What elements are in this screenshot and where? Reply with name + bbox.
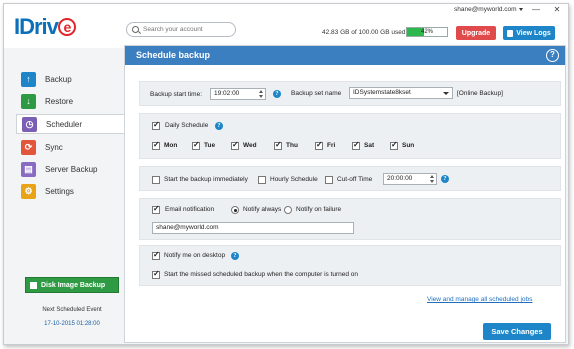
day-label-sat: Sat xyxy=(364,142,375,149)
close-button[interactable]: ✕ xyxy=(552,5,562,14)
page-title: Schedule backup xyxy=(136,50,211,60)
day-checkbox-mon[interactable] xyxy=(152,140,160,150)
backup-set-type: [Online Backup] xyxy=(457,90,503,97)
chevron-down-icon xyxy=(443,92,449,95)
notify-on-failure-label: Notify on failure xyxy=(296,206,342,213)
app-window: IDrive shane@myworld.com — ✕ 42.83 GB of… xyxy=(3,3,569,345)
email-notification-checkbox[interactable] xyxy=(152,204,160,214)
sidebar-item-server-backup[interactable]: ▤ Server Backup xyxy=(19,159,124,179)
sidebar-item-backup[interactable]: ↑ Backup xyxy=(19,69,124,89)
chevron-down-icon xyxy=(518,7,523,11)
email-notification-label: Email notification xyxy=(165,206,215,213)
hourly-schedule-label: Hourly Schedule xyxy=(270,176,318,183)
backup-set-label: Backup set name xyxy=(291,90,342,97)
spinner-icon[interactable] xyxy=(430,175,435,183)
start-immediately-checkbox[interactable] xyxy=(152,176,160,184)
day-label-sun: Sun xyxy=(402,142,415,149)
logs-icon xyxy=(507,29,514,37)
missed-backup-checkbox[interactable] xyxy=(152,269,160,279)
storage-usage-text: 42.83 GB of 100.00 GB used xyxy=(322,29,406,36)
day-checkbox-sun[interactable] xyxy=(390,140,398,150)
search-input[interactable] xyxy=(143,26,233,33)
user-menu[interactable]: shane@myworld.com xyxy=(454,6,523,13)
daily-schedule-section: Daily Schedule ? Mon Tue Wed Thu Fri Sat… xyxy=(139,113,561,159)
view-logs-label: View Logs xyxy=(516,29,551,37)
sidebar-item-label: Restore xyxy=(45,96,74,106)
sidebar-item-restore[interactable]: ↓ Restore xyxy=(19,91,124,111)
hourly-schedule-checkbox[interactable] xyxy=(258,176,266,184)
cutoff-time-field[interactable]: 20:00:00 xyxy=(383,173,437,185)
sidebar-item-settings[interactable]: ⚙ Settings xyxy=(19,181,124,201)
notification-section: Notify me on desktop ? Start the missed … xyxy=(139,245,561,286)
info-icon[interactable]: ? xyxy=(215,122,223,130)
options-section: Start the backup immediately Hourly Sche… xyxy=(139,166,561,191)
restore-icon: ↓ xyxy=(21,93,36,109)
start-time-field[interactable]: 19:02:00 xyxy=(210,88,266,100)
day-label-tue: Tue xyxy=(204,142,216,149)
sidebar-item-scheduler[interactable]: ◷ Scheduler xyxy=(16,114,124,134)
server-backup-icon: ▤ xyxy=(21,161,36,177)
start-immediately-label: Start the backup immediately xyxy=(164,176,248,183)
start-time-label: Backup start time: xyxy=(150,91,203,98)
gear-icon: ⚙ xyxy=(21,183,36,199)
save-changes-button[interactable]: Save Changes xyxy=(483,323,551,340)
notify-desktop-label: Notify me on desktop xyxy=(164,252,226,259)
email-section: Email notification Notify always Notify … xyxy=(139,198,561,240)
day-label-thu: Thu xyxy=(286,142,298,149)
minimize-button[interactable]: — xyxy=(531,5,541,14)
idrive-logo: IDriv e xyxy=(14,14,76,40)
next-event-label: Next Scheduled Event xyxy=(42,307,102,313)
storage-progress-bar: 42% xyxy=(406,27,448,37)
notify-always-label: Notify always xyxy=(243,206,282,213)
sidebar-item-label: Sync xyxy=(45,142,63,152)
day-label-wed: Wed xyxy=(243,142,257,149)
sidebar-item-label: Settings xyxy=(45,186,74,196)
sidebar-item-sync[interactable]: ⟳ Sync xyxy=(19,137,124,157)
notify-on-failure-radio[interactable] xyxy=(284,206,292,214)
upgrade-button[interactable]: Upgrade xyxy=(456,26,496,40)
notify-desktop-checkbox[interactable] xyxy=(152,250,160,260)
day-label-mon: Mon xyxy=(164,142,178,149)
sync-icon: ⟳ xyxy=(21,139,36,155)
daily-schedule-label: Daily Schedule xyxy=(165,122,209,129)
backup-set-select[interactable]: IDSystemstate8kset xyxy=(349,87,453,99)
view-scheduled-jobs-link[interactable]: View and manage all scheduled jobs xyxy=(427,296,532,303)
top-bar: IDrive shane@myworld.com — ✕ 42.83 GB of… xyxy=(4,4,568,48)
storage-percent: 42% xyxy=(420,29,433,35)
email-field[interactable]: shane@myworld.com xyxy=(152,222,354,234)
daily-schedule-checkbox[interactable] xyxy=(152,120,160,130)
next-event-value: 17-10-2015 01:28:00 xyxy=(44,321,100,327)
missed-backup-label: Start the missed scheduled backup when t… xyxy=(164,271,359,278)
notify-always-radio[interactable] xyxy=(231,206,239,214)
view-logs-button[interactable]: View Logs xyxy=(503,26,555,40)
cutoff-time-checkbox[interactable] xyxy=(325,176,333,184)
day-checkbox-tue[interactable] xyxy=(192,140,200,150)
backup-icon: ↑ xyxy=(21,71,36,87)
start-time-section: Backup start time: 19:02:00 ? Backup set… xyxy=(139,81,561,106)
info-icon[interactable]: ? xyxy=(231,252,239,260)
disk-image-backup-button[interactable]: Disk Image Backup xyxy=(25,277,119,293)
sidebar-item-label: Backup xyxy=(45,74,72,84)
cutoff-time-label: Cut-off Time xyxy=(337,176,373,183)
search-box[interactable] xyxy=(126,22,236,37)
day-checkbox-fri[interactable] xyxy=(315,140,323,150)
info-icon[interactable]: ? xyxy=(441,175,449,183)
day-label-fri: Fri xyxy=(327,142,336,149)
info-icon[interactable]: ? xyxy=(273,90,281,98)
day-checkbox-thu[interactable] xyxy=(274,140,282,150)
spinner-icon[interactable] xyxy=(259,90,264,98)
search-icon xyxy=(132,26,139,33)
day-checkbox-sat[interactable] xyxy=(352,140,360,150)
day-checkbox-wed[interactable] xyxy=(231,140,239,150)
scheduler-icon: ◷ xyxy=(22,116,37,132)
disk-icon xyxy=(30,281,37,289)
help-icon[interactable]: ? xyxy=(546,49,559,62)
sidebar-item-label: Server Backup xyxy=(45,164,98,174)
schedule-panel: Schedule backup ? Backup start time: 19:… xyxy=(124,45,566,343)
disk-image-label: Disk Image Backup xyxy=(41,281,106,289)
panel-header: Schedule backup ? xyxy=(125,46,565,65)
sidebar-item-label: Scheduler xyxy=(46,119,83,129)
sidebar: ↑ Backup ↓ Restore ◷ Scheduler ⟳ Sync ▤ … xyxy=(4,48,124,344)
